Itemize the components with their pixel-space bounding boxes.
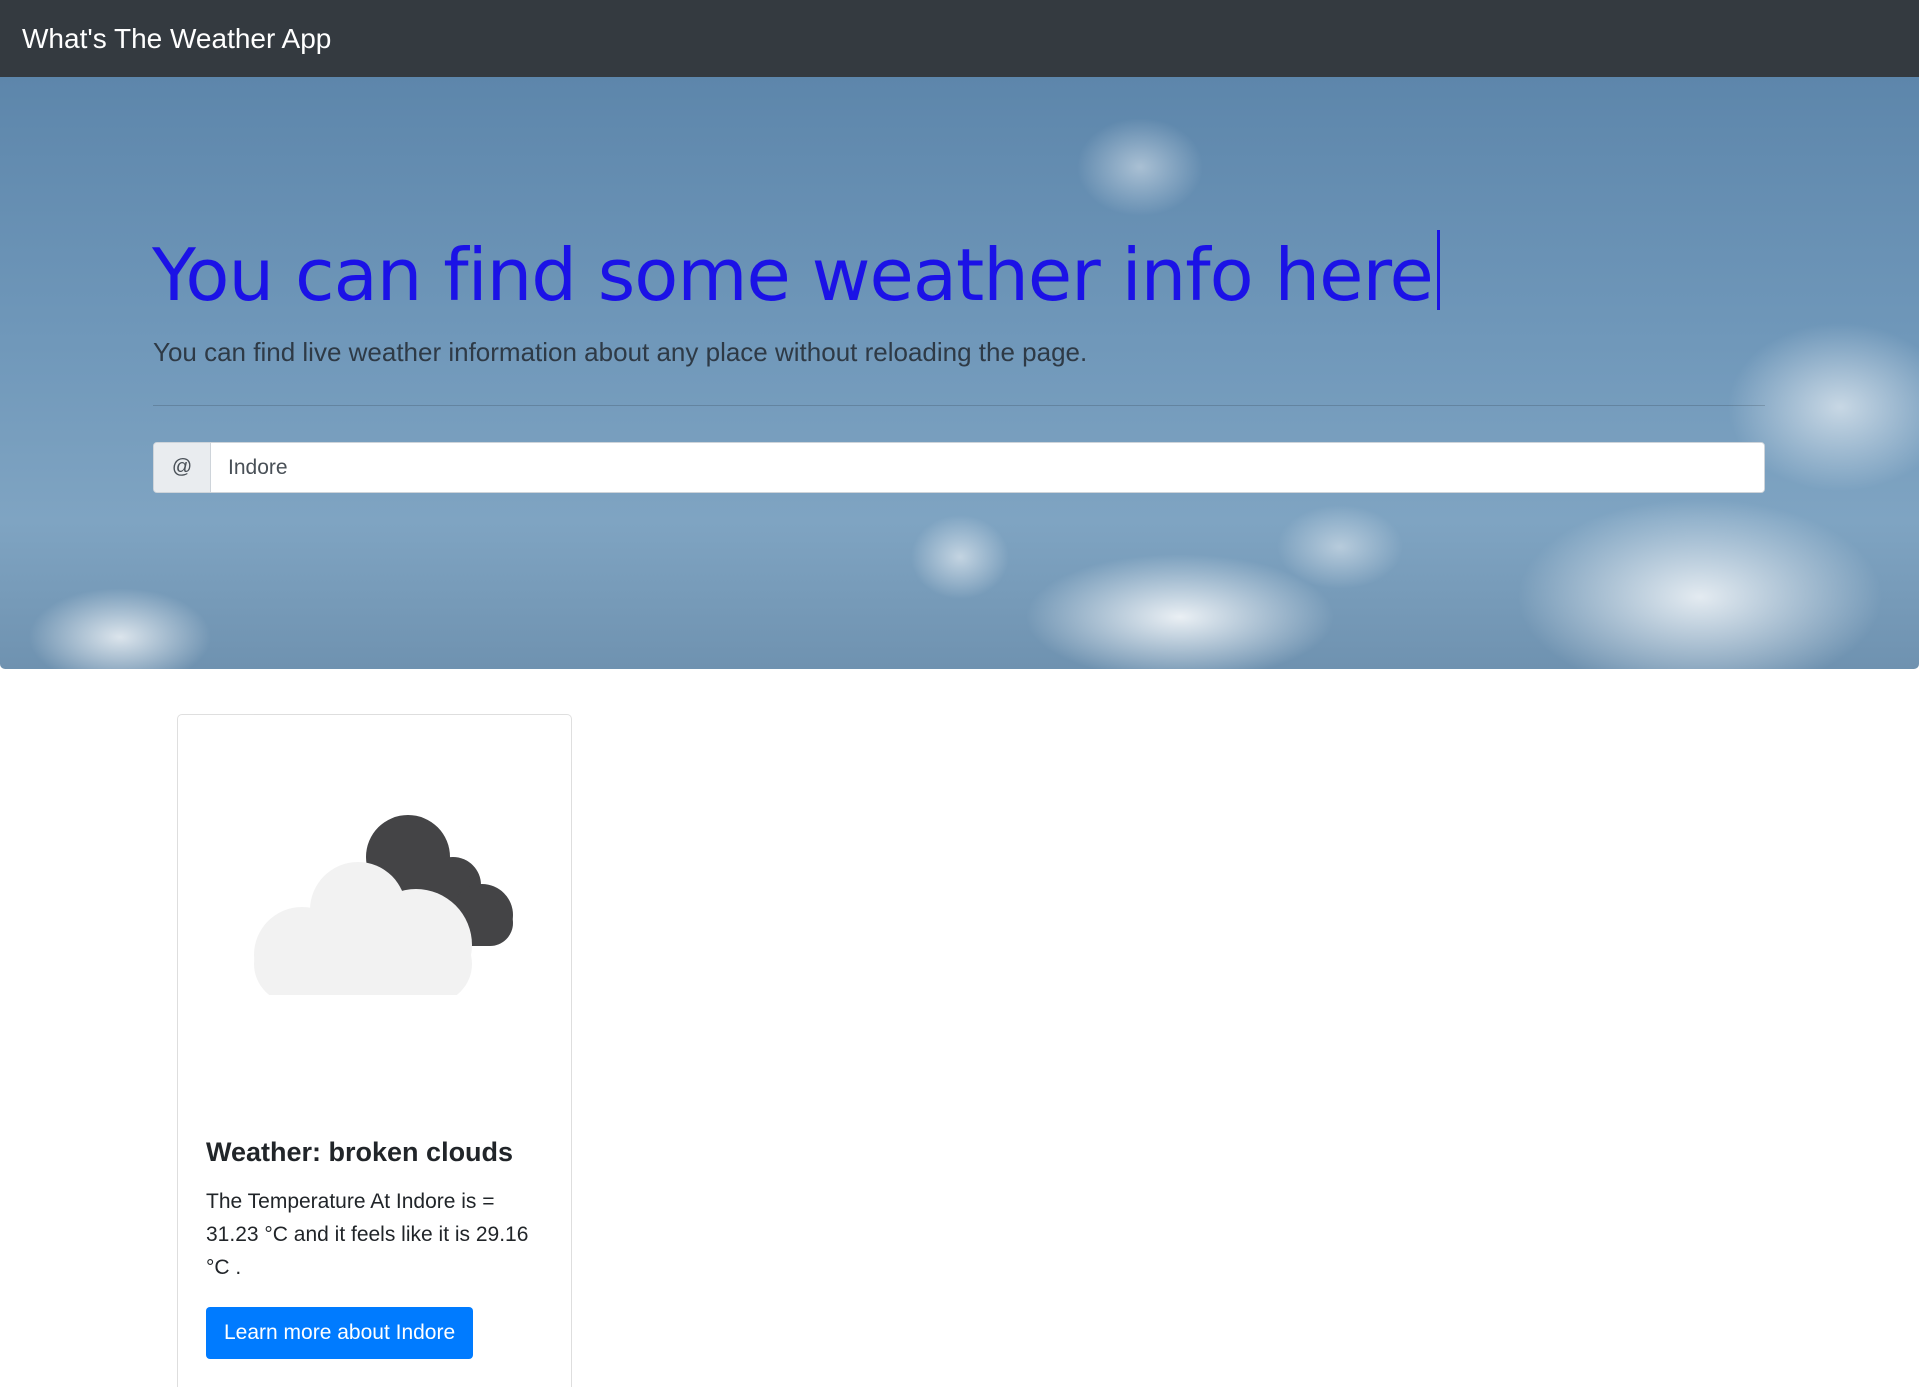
city-search-input[interactable] <box>211 443 1764 492</box>
weather-card: Weather: broken clouds The Temperature A… <box>177 714 572 1387</box>
search-input-group: @ <box>153 442 1765 493</box>
at-sign-prefix: @ <box>154 443 211 492</box>
hero-divider <box>153 405 1765 406</box>
learn-more-button[interactable]: Learn more about Indore <box>206 1307 474 1359</box>
typing-caret <box>1436 230 1440 310</box>
weather-card-text: The Temperature At Indore is = 31.23 °C … <box>206 1190 529 1279</box>
navbar: What's The Weather App <box>0 0 1919 77</box>
navbar-brand[interactable]: What's The Weather App <box>22 0 331 77</box>
hero-title: You can find some weather info here <box>152 227 1440 323</box>
broken-clouds-icon <box>254 815 513 995</box>
hero-jumbotron: You can find some weather info here You … <box>0 77 1919 669</box>
hero-lead: You can find live weather information ab… <box>153 337 1088 367</box>
weather-card-title: Weather: broken clouds <box>206 1137 514 1167</box>
hero-title-text: You can find some weather info here <box>152 233 1434 317</box>
